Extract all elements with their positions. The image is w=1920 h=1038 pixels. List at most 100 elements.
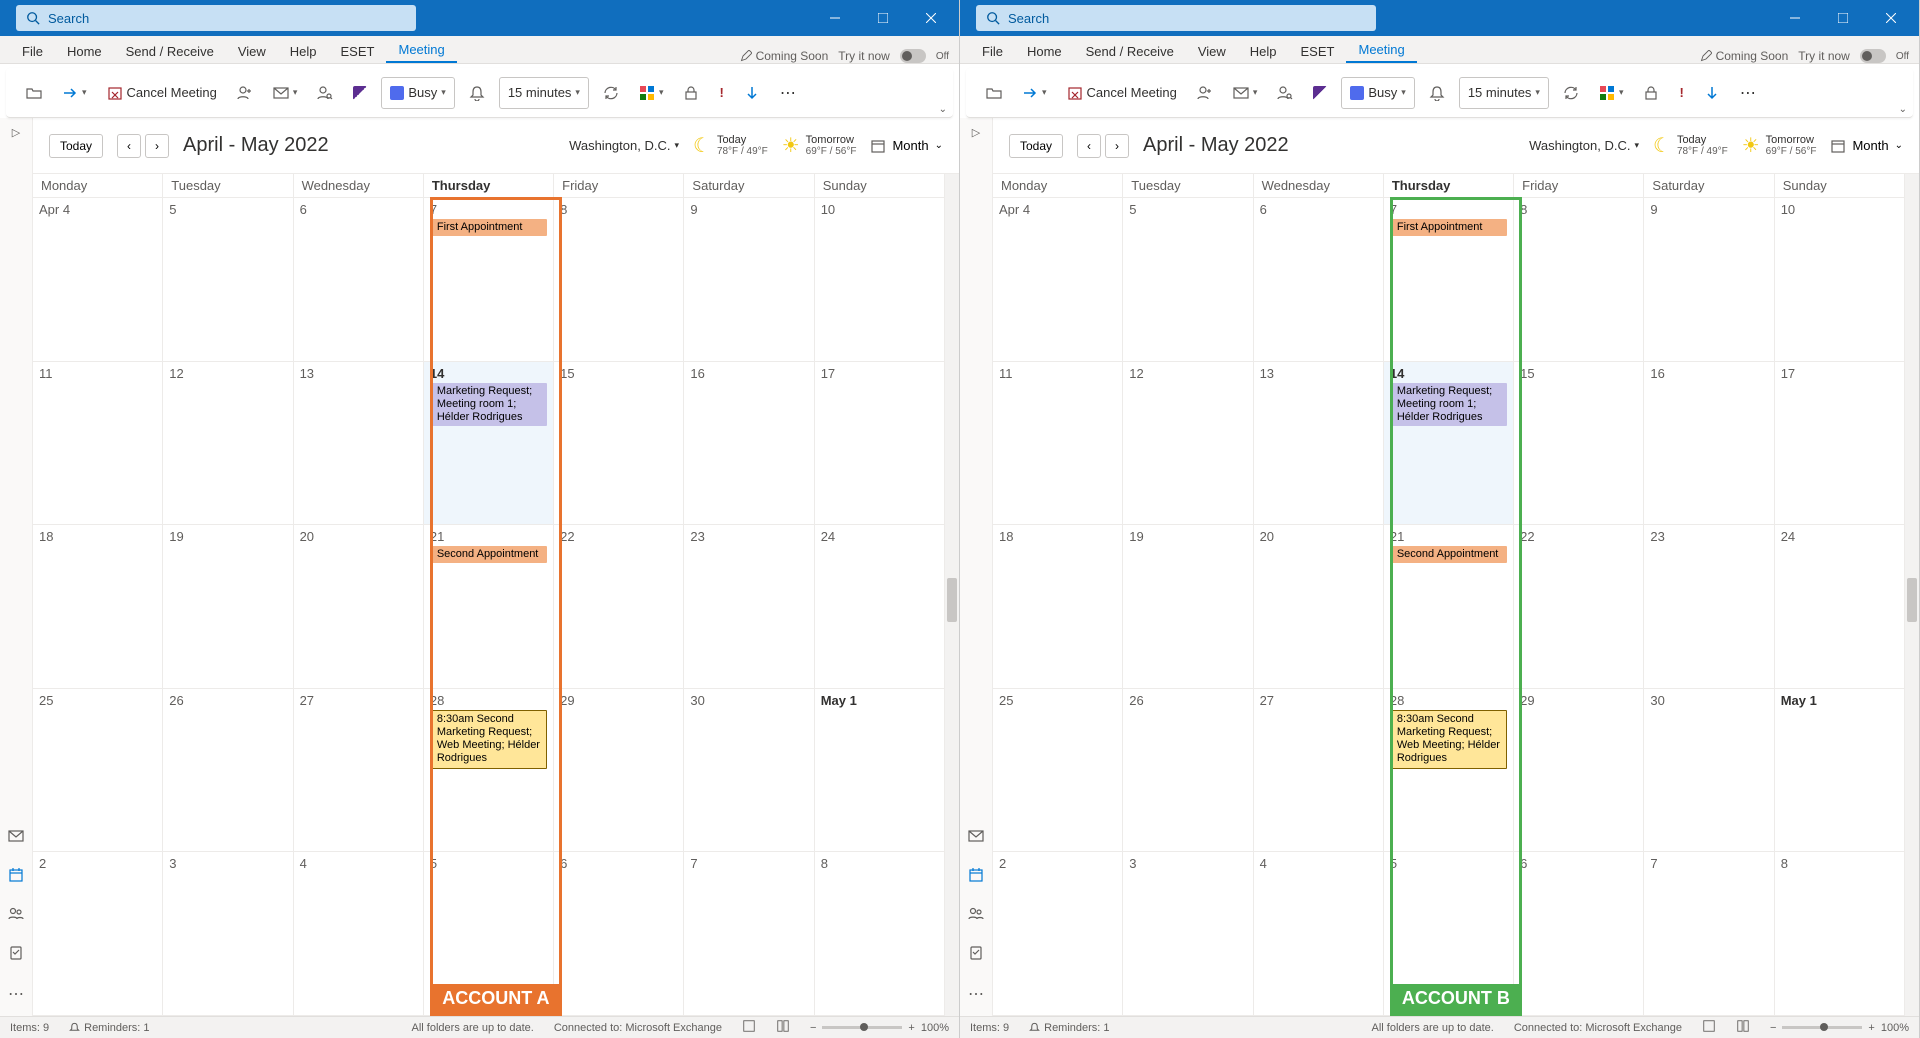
today-button[interactable]: Today — [49, 134, 103, 158]
calendar-cell[interactable]: 14Marketing Request; Meeting room 1; Hél… — [424, 362, 554, 526]
try-it-now-link[interactable]: Try it now — [1798, 49, 1850, 63]
calendar-cell[interactable]: 15 — [554, 362, 684, 526]
zoom-control[interactable]: −+100% — [1770, 1022, 1909, 1034]
calendar-cell[interactable]: 30 — [1644, 689, 1774, 853]
calendar-cell[interactable]: 5 — [1384, 852, 1514, 1016]
status-reminders[interactable]: Reminders: 1 — [69, 1022, 149, 1034]
calendar-cell[interactable]: 14Marketing Request; Meeting room 1; Hél… — [1384, 362, 1514, 526]
appointment[interactable]: 8:30am Second Marketing Request; Web Mee… — [1390, 710, 1507, 769]
tab-meeting[interactable]: Meeting — [386, 38, 456, 63]
high-importance-button[interactable]: ! — [1673, 77, 1689, 109]
categorize-button[interactable]: ▾ — [1593, 77, 1630, 109]
appointment[interactable]: Marketing Request; Meeting room 1; Hélde… — [1390, 383, 1507, 427]
tab-home[interactable]: Home — [1015, 40, 1074, 63]
calendar-cell[interactable]: 5 — [163, 198, 293, 362]
close-button[interactable] — [911, 0, 951, 36]
people-nav-icon[interactable] — [8, 906, 24, 927]
calendar-cell[interactable]: 10 — [1775, 198, 1905, 362]
categorize-button[interactable]: ▾ — [633, 77, 670, 109]
try-it-now-link[interactable]: Try it now — [838, 49, 890, 63]
response-options-button[interactable]: ▾ — [267, 77, 304, 109]
tasks-nav-icon[interactable] — [8, 945, 24, 966]
calendar-cell[interactable]: 16 — [1644, 362, 1774, 526]
next-period-button[interactable]: › — [145, 134, 169, 158]
search-input[interactable]: Search — [16, 5, 416, 31]
calendar-nav-icon[interactable] — [968, 867, 984, 888]
reminder-icon-button[interactable] — [1423, 77, 1451, 109]
tab-file[interactable]: File — [10, 40, 55, 63]
view-normal-button[interactable] — [742, 1019, 756, 1036]
show-as-button[interactable] — [1307, 77, 1333, 109]
calendar-cell[interactable]: 10 — [815, 198, 945, 362]
cancel-meeting-button[interactable]: Cancel Meeting — [101, 77, 223, 109]
reminder-dropdown[interactable]: 15 minutes▾ — [1459, 77, 1549, 109]
vertical-scrollbar[interactable] — [1905, 174, 1919, 1016]
calendar-cell[interactable]: 3 — [1123, 852, 1253, 1016]
maximize-button[interactable] — [1823, 0, 1863, 36]
tab-meeting[interactable]: Meeting — [1346, 38, 1416, 63]
calendar-cell[interactable]: 26 — [1123, 689, 1253, 853]
calendar-cell[interactable]: 18 — [993, 525, 1123, 689]
tab-home[interactable]: Home — [55, 40, 114, 63]
calendar-cell[interactable]: 15 — [1514, 362, 1644, 526]
busy-dropdown[interactable]: Busy▾ — [1341, 77, 1414, 109]
calendar-cell[interactable]: 13 — [1254, 362, 1384, 526]
search-input[interactable]: Search — [976, 5, 1376, 31]
calendar-cell[interactable]: 8 — [1775, 852, 1905, 1016]
location-dropdown[interactable]: Washington, D.C.▾ — [1529, 138, 1639, 153]
calendar-cell[interactable]: 23 — [1644, 525, 1774, 689]
tab-eset[interactable]: ESET — [1289, 40, 1347, 63]
ribbon-collapse-button[interactable]: ⌄ — [1899, 104, 1907, 115]
calendar-cell[interactable]: 288:30am Second Marketing Request; Web M… — [1384, 689, 1514, 853]
recurrence-button[interactable] — [1557, 77, 1585, 109]
minimize-button[interactable] — [815, 0, 855, 36]
calendar-cell[interactable]: 29 — [554, 689, 684, 853]
recurrence-button[interactable] — [597, 77, 625, 109]
response-options-button[interactable]: ▾ — [1227, 77, 1264, 109]
calendar-cell[interactable]: 2 — [33, 852, 163, 1016]
calendar-cell[interactable]: 4 — [1254, 852, 1384, 1016]
tab-send-receive[interactable]: Send / Receive — [1074, 40, 1186, 63]
calendar-cell[interactable]: 12 — [1123, 362, 1253, 526]
calendar-cell[interactable]: 16 — [684, 362, 814, 526]
calendar-cell[interactable]: 18 — [33, 525, 163, 689]
expand-nav-button[interactable]: ▷ — [12, 126, 20, 139]
forward-button[interactable]: ▾ — [56, 77, 93, 109]
calendar-cell[interactable]: 29 — [1514, 689, 1644, 853]
minimize-button[interactable] — [1775, 0, 1815, 36]
calendar-cell[interactable]: 5 — [424, 852, 554, 1016]
tab-view[interactable]: View — [226, 40, 278, 63]
calendar-cell[interactable]: 7First Appointment — [424, 198, 554, 362]
people-nav-icon[interactable] — [968, 906, 984, 927]
calendar-cell[interactable]: 30 — [684, 689, 814, 853]
mail-nav-icon[interactable] — [968, 828, 984, 849]
calendar-cell[interactable]: 8 — [815, 852, 945, 1016]
calendar-cell[interactable]: 25 — [33, 689, 163, 853]
calendar-cell[interactable]: 19 — [163, 525, 293, 689]
calendar-cell[interactable]: 22 — [1514, 525, 1644, 689]
prev-period-button[interactable]: ‹ — [1077, 134, 1101, 158]
calendar-cell[interactable]: Apr 4 — [993, 198, 1123, 362]
calendar-cell[interactable]: 6 — [1514, 852, 1644, 1016]
calendar-cell[interactable]: 24 — [1775, 525, 1905, 689]
calendar-cell[interactable]: 19 — [1123, 525, 1253, 689]
reminder-icon-button[interactable] — [463, 77, 491, 109]
appointment[interactable]: Second Appointment — [1390, 546, 1507, 563]
calendar-cell[interactable]: 288:30am Second Marketing Request; Web M… — [424, 689, 554, 853]
calendar-cell[interactable]: 25 — [993, 689, 1123, 853]
show-as-button[interactable] — [347, 77, 373, 109]
cancel-meeting-button[interactable]: Cancel Meeting — [1061, 77, 1183, 109]
vertical-scrollbar[interactable] — [945, 174, 959, 1016]
calendar-cell[interactable]: May 1 — [815, 689, 945, 853]
status-reminders[interactable]: Reminders: 1 — [1029, 1022, 1109, 1034]
calendar-cell[interactable]: 21Second Appointment — [424, 525, 554, 689]
calendar-cell[interactable]: 6 — [294, 198, 424, 362]
open-button[interactable] — [20, 77, 48, 109]
view-dropdown[interactable]: Month⌄ — [1830, 138, 1903, 154]
calendar-cell[interactable]: 5 — [1123, 198, 1253, 362]
calendar-cell[interactable]: 27 — [294, 689, 424, 853]
contact-attendees-button[interactable] — [311, 77, 339, 109]
calendar-cell[interactable]: 22 — [554, 525, 684, 689]
calendar-cell[interactable]: 27 — [1254, 689, 1384, 853]
mail-nav-icon[interactable] — [8, 828, 24, 849]
